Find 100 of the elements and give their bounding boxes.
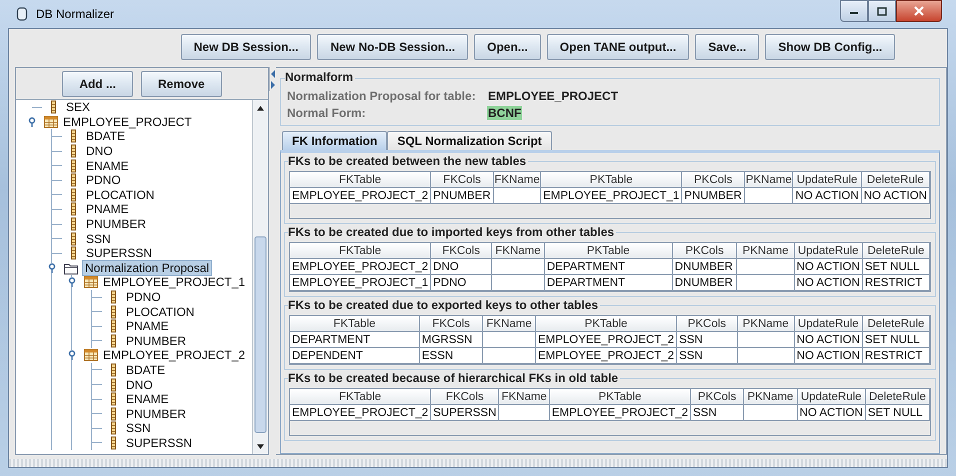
toolbar-button[interactable]: Show DB Config...	[765, 34, 896, 60]
tree-item[interactable]: PLOCATION	[84, 188, 156, 202]
maximize-button[interactable]	[868, 0, 896, 22]
column-header[interactable]: FKTable	[290, 389, 431, 404]
column-header[interactable]: PKName	[736, 243, 794, 258]
tab[interactable]: FK Information	[282, 131, 388, 150]
tree-item[interactable]: DNO	[84, 144, 115, 158]
column-header[interactable]: FKTable	[290, 243, 431, 258]
section-title: FKs to be created between the new tables	[288, 154, 528, 168]
table-cell: EMPLOYEE_PROJECT_2	[290, 404, 431, 420]
column-header[interactable]: FKName	[482, 316, 536, 332]
table-cell: SSN	[690, 404, 744, 420]
column-header[interactable]: FKCols	[430, 172, 494, 188]
tree-item[interactable]: PNUMBER	[124, 406, 188, 421]
tree-button[interactable]: Add ...	[62, 71, 133, 97]
toolbar-button[interactable]: Open TANE output...	[546, 34, 690, 60]
column-header[interactable]: FKCols	[419, 316, 483, 332]
table-cell: RESTRICT	[862, 274, 930, 290]
tree-item[interactable]: SSN	[124, 421, 153, 436]
column-header[interactable]: UpdateRule	[794, 243, 862, 258]
table-cell: DNUMBER	[672, 274, 737, 290]
tree-item[interactable]: BDATE	[84, 129, 128, 144]
tree-item[interactable]: SEX	[64, 100, 92, 114]
tree-item[interactable]: PLOCATION	[124, 304, 196, 319]
section-title: FKs to be created due to exported keys to other tables	[288, 298, 600, 312]
column-header[interactable]: PKCols	[682, 172, 745, 188]
column-header[interactable]: FKName	[498, 389, 550, 404]
column-header[interactable]: FKName	[493, 172, 541, 188]
table-cell: SET NULL	[862, 332, 930, 348]
tree-item[interactable]: BDATE	[124, 362, 168, 377]
column-header[interactable]: PKTable	[544, 243, 672, 258]
column-header[interactable]: DeleteRule	[862, 316, 930, 332]
tree-item[interactable]: PDNO	[124, 290, 163, 304]
table-cell: DEPARTMENT	[544, 274, 672, 290]
close-button[interactable]	[896, 0, 942, 22]
tree-item[interactable]: SSN	[84, 232, 113, 246]
column-header[interactable]: FKCols	[430, 243, 492, 258]
column-header[interactable]: PKName	[744, 389, 798, 404]
table-cell: DEPARTMENT	[544, 258, 672, 274]
toolbar-button[interactable]: New DB Session...	[180, 34, 312, 60]
tree-item[interactable]: ENAME	[84, 158, 131, 173]
collapse-handle-icon[interactable]	[27, 116, 37, 127]
column-header[interactable]: DeleteRule	[865, 389, 930, 404]
tree-item[interactable]: SUPERSSN	[84, 246, 154, 260]
tree-item[interactable]: ENAME	[124, 392, 171, 406]
column-header[interactable]: UpdateRule	[797, 389, 866, 404]
tree-item[interactable]: EMPLOYEE_PROJECT_1	[101, 275, 248, 290]
section-title: FKs to be created because of hierarchical FKs in old table	[288, 371, 620, 385]
toolbar-button[interactable]: Save...	[695, 34, 760, 60]
column-header[interactable]: FKTable	[290, 316, 420, 332]
toolbar-button[interactable]: New No-DB Session...	[317, 34, 468, 60]
tree-button[interactable]: Remove	[140, 71, 222, 97]
tree-item[interactable]: DNO	[124, 378, 155, 392]
table-cell: DNUMBER	[672, 258, 737, 274]
table-cell: EMPLOYEE_PROJECT_1	[540, 188, 682, 204]
table-cell: EMPLOYEE_PROJECT_2	[549, 404, 691, 420]
minimize-button[interactable]	[840, 0, 868, 22]
column-header[interactable]: UpdateRule	[794, 316, 862, 332]
column-header[interactable]: FKCols	[430, 389, 499, 404]
tree-item[interactable]: SUPERSSN	[124, 436, 194, 450]
column-header[interactable]: PKTable	[535, 316, 677, 332]
table-cell: DEPENDENT	[290, 348, 420, 364]
table-cell: EMPLOYEE_PROJECT_2	[535, 348, 677, 364]
tree-item[interactable]: EMPLOYEE_PROJECT	[61, 114, 194, 129]
field-value: EMPLOYEE_PROJECT	[487, 88, 620, 102]
table-cell: EMPLOYEE_PROJECT_2	[290, 188, 431, 204]
tree-item[interactable]: PNAME	[124, 319, 171, 334]
toolbar-button[interactable]: Open...	[474, 34, 541, 60]
column-header[interactable]: PKName	[737, 316, 794, 332]
column-header[interactable]: PKTable	[540, 172, 682, 188]
tree-item[interactable]: Normalization Proposal	[82, 260, 212, 276]
column-header[interactable]: FKTable	[290, 172, 431, 188]
field-label: Normal Form:	[287, 106, 367, 120]
column-header[interactable]: DeleteRule	[862, 243, 930, 258]
column-header[interactable]: DeleteRule	[861, 172, 930, 188]
tree-item[interactable]: PNUMBER	[124, 334, 188, 348]
column-header[interactable]: PKCols	[672, 243, 737, 258]
column-header[interactable]: PKCols	[676, 316, 738, 332]
column-header[interactable]: PKCols	[690, 389, 744, 404]
collapse-handle-icon[interactable]	[47, 262, 57, 273]
column-header[interactable]: UpdateRule	[792, 172, 862, 188]
column-header[interactable]: PKName	[744, 172, 793, 188]
maximize-icon	[877, 6, 887, 16]
table-cell: PDNO	[430, 274, 492, 290]
table-cell: EMPLOYEE_PROJECT_2	[535, 332, 677, 348]
tree-item[interactable]: PNUMBER	[84, 217, 148, 232]
table-cell: SUPERSSN	[430, 404, 499, 420]
table-cell: EMPLOYEE_PROJECT_1	[290, 274, 431, 290]
collapse-handle-icon[interactable]	[67, 350, 77, 360]
column-header[interactable]: PKTable	[549, 389, 691, 404]
table-cell: SSN	[676, 348, 738, 364]
table-cell: NO ACTION	[792, 188, 862, 204]
tab[interactable]: SQL Normalization Script	[387, 131, 552, 150]
column-header[interactable]: FKName	[492, 243, 544, 258]
tree-item[interactable]: EMPLOYEE_PROJECT_2	[101, 348, 248, 362]
tree-item[interactable]: PNAME	[84, 202, 131, 216]
collapse-handle-icon[interactable]	[67, 277, 77, 288]
tree-item[interactable]: PDNO	[84, 173, 123, 188]
app-icon	[16, 7, 28, 21]
scrollbar[interactable]	[252, 100, 268, 454]
